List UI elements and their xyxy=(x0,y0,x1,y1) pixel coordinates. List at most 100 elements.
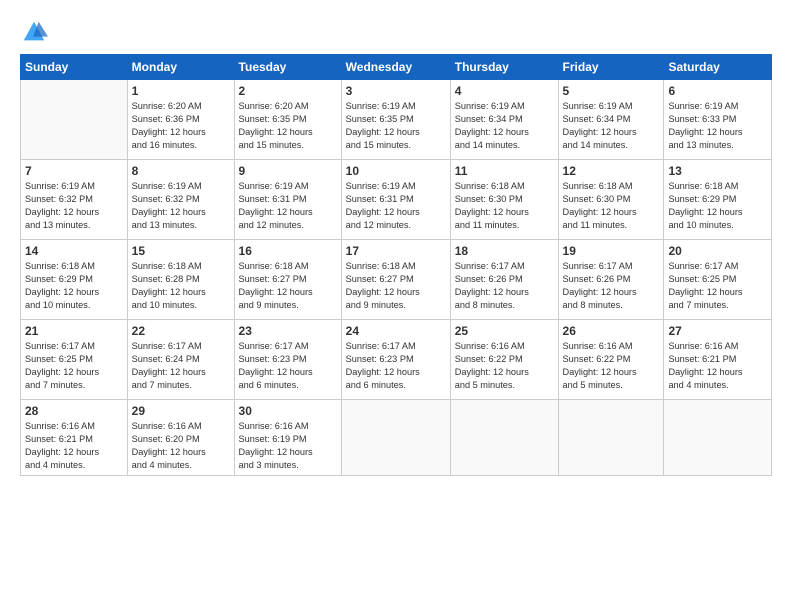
day-cell: 17Sunrise: 6:18 AM Sunset: 6:27 PM Dayli… xyxy=(341,240,450,320)
day-cell: 30 Sunrise: 6:16 AM Sunset: 6:19 PM Dayli… xyxy=(234,400,341,476)
day-info: Sunrise: 6:19 AM Sunset: 6:31 PM Dayligh… xyxy=(239,180,337,232)
day-cell: 11Sunrise: 6:18 AM Sunset: 6:30 PM Dayli… xyxy=(450,160,558,240)
day-number: 9 xyxy=(239,164,337,178)
day-info: Sunrise: 6:19 AM Sunset: 6:34 PM Dayligh… xyxy=(563,100,660,152)
day-info: Sunrise: 6:20 AM Sunset: 6:35 PM Dayligh… xyxy=(239,100,337,152)
day-cell: 10 Sunrise: 6:19 AM Sunset: 6:31 PM Dayli… xyxy=(341,160,450,240)
day-info: Sunrise: 6:17 AM Sunset: 6:25 PM Dayligh… xyxy=(668,260,767,312)
day-info: Sunrise: 6:18 AM Sunset: 6:30 PM Dayligh… xyxy=(563,180,660,232)
day-number: 20 xyxy=(668,244,767,258)
day-cell xyxy=(450,400,558,476)
week-row-2: 7 Sunrise: 6:19 AM Sunset: 6:32 PM Daylig… xyxy=(21,160,772,240)
day-number: 5 xyxy=(563,84,660,98)
day-number: 25 xyxy=(455,324,554,338)
col-header-tuesday: Tuesday xyxy=(234,55,341,80)
day-info: Sunrise: 6:17 AM Sunset: 6:23 PM Dayligh… xyxy=(346,340,446,392)
day-number: 29 xyxy=(132,404,230,418)
calendar-table: SundayMondayTuesdayWednesdayThursdayFrid… xyxy=(20,54,772,476)
day-number: 13 xyxy=(668,164,767,178)
day-cell: 1 Sunrise: 6:20 AM Sunset: 6:36 PM Daylig… xyxy=(127,80,234,160)
day-info: Sunrise: 6:17 AM Sunset: 6:24 PM Dayligh… xyxy=(132,340,230,392)
day-info: Sunrise: 6:18 AM Sunset: 6:29 PM Dayligh… xyxy=(25,260,123,312)
day-cell: 25 Sunrise: 6:16 AM Sunset: 6:22 PM Dayli… xyxy=(450,320,558,400)
day-cell: 5 Sunrise: 6:19 AM Sunset: 6:34 PM Daylig… xyxy=(558,80,664,160)
day-info: Sunrise: 6:19 AM Sunset: 6:34 PM Dayligh… xyxy=(455,100,554,152)
day-number: 3 xyxy=(346,84,446,98)
day-info: Sunrise: 6:18 AM Sunset: 6:29 PM Dayligh… xyxy=(668,180,767,232)
day-info: Sunrise: 6:18 AM Sunset: 6:28 PM Dayligh… xyxy=(132,260,230,312)
day-cell xyxy=(558,400,664,476)
col-header-wednesday: Wednesday xyxy=(341,55,450,80)
day-number: 12 xyxy=(563,164,660,178)
day-number: 1 xyxy=(132,84,230,98)
day-cell xyxy=(21,80,128,160)
day-number: 4 xyxy=(455,84,554,98)
day-cell: 22 Sunrise: 6:17 AM Sunset: 6:24 PM Dayli… xyxy=(127,320,234,400)
day-info: Sunrise: 6:16 AM Sunset: 6:22 PM Dayligh… xyxy=(563,340,660,392)
day-cell: 20 Sunrise: 6:17 AM Sunset: 6:25 PM Dayli… xyxy=(664,240,772,320)
day-info: Sunrise: 6:17 AM Sunset: 6:25 PM Dayligh… xyxy=(25,340,123,392)
day-info: Sunrise: 6:16 AM Sunset: 6:21 PM Dayligh… xyxy=(668,340,767,392)
col-header-monday: Monday xyxy=(127,55,234,80)
day-number: 28 xyxy=(25,404,123,418)
day-info: Sunrise: 6:19 AM Sunset: 6:32 PM Dayligh… xyxy=(25,180,123,232)
day-number: 7 xyxy=(25,164,123,178)
day-number: 11 xyxy=(455,164,554,178)
day-info: Sunrise: 6:17 AM Sunset: 6:26 PM Dayligh… xyxy=(455,260,554,312)
day-cell: 23 Sunrise: 6:17 AM Sunset: 6:23 PM Dayli… xyxy=(234,320,341,400)
day-number: 27 xyxy=(668,324,767,338)
col-header-saturday: Saturday xyxy=(664,55,772,80)
day-number: 14 xyxy=(25,244,123,258)
day-cell xyxy=(664,400,772,476)
day-cell xyxy=(341,400,450,476)
day-cell: 14 Sunrise: 6:18 AM Sunset: 6:29 PM Dayli… xyxy=(21,240,128,320)
day-info: Sunrise: 6:16 AM Sunset: 6:21 PM Dayligh… xyxy=(25,420,123,472)
day-number: 8 xyxy=(132,164,230,178)
day-cell: 3 Sunrise: 6:19 AM Sunset: 6:35 PM Daylig… xyxy=(341,80,450,160)
day-cell: 4 Sunrise: 6:19 AM Sunset: 6:34 PM Daylig… xyxy=(450,80,558,160)
day-number: 10 xyxy=(346,164,446,178)
logo-icon xyxy=(20,18,48,46)
page: SundayMondayTuesdayWednesdayThursdayFrid… xyxy=(0,0,792,612)
day-info: Sunrise: 6:19 AM Sunset: 6:32 PM Dayligh… xyxy=(132,180,230,232)
day-info: Sunrise: 6:19 AM Sunset: 6:31 PM Dayligh… xyxy=(346,180,446,232)
day-info: Sunrise: 6:17 AM Sunset: 6:26 PM Dayligh… xyxy=(563,260,660,312)
day-info: Sunrise: 6:18 AM Sunset: 6:27 PM Dayligh… xyxy=(346,260,446,312)
day-cell: 9 Sunrise: 6:19 AM Sunset: 6:31 PM Daylig… xyxy=(234,160,341,240)
header xyxy=(20,18,772,46)
day-info: Sunrise: 6:19 AM Sunset: 6:35 PM Dayligh… xyxy=(346,100,446,152)
day-cell: 8 Sunrise: 6:19 AM Sunset: 6:32 PM Daylig… xyxy=(127,160,234,240)
day-number: 6 xyxy=(668,84,767,98)
week-row-1: 1 Sunrise: 6:20 AM Sunset: 6:36 PM Daylig… xyxy=(21,80,772,160)
day-number: 26 xyxy=(563,324,660,338)
day-cell: 13 Sunrise: 6:18 AM Sunset: 6:29 PM Dayli… xyxy=(664,160,772,240)
day-info: Sunrise: 6:19 AM Sunset: 6:33 PM Dayligh… xyxy=(668,100,767,152)
day-number: 30 xyxy=(239,404,337,418)
day-number: 22 xyxy=(132,324,230,338)
week-row-4: 21 Sunrise: 6:17 AM Sunset: 6:25 PM Dayli… xyxy=(21,320,772,400)
day-info: Sunrise: 6:17 AM Sunset: 6:23 PM Dayligh… xyxy=(239,340,337,392)
day-cell: 27 Sunrise: 6:16 AM Sunset: 6:21 PM Dayli… xyxy=(664,320,772,400)
day-cell: 7 Sunrise: 6:19 AM Sunset: 6:32 PM Daylig… xyxy=(21,160,128,240)
day-number: 16 xyxy=(239,244,337,258)
day-cell: 18Sunrise: 6:17 AM Sunset: 6:26 PM Dayli… xyxy=(450,240,558,320)
day-cell: 2 Sunrise: 6:20 AM Sunset: 6:35 PM Daylig… xyxy=(234,80,341,160)
week-row-5: 28 Sunrise: 6:16 AM Sunset: 6:21 PM Dayli… xyxy=(21,400,772,476)
col-header-sunday: Sunday xyxy=(21,55,128,80)
day-info: Sunrise: 6:16 AM Sunset: 6:22 PM Dayligh… xyxy=(455,340,554,392)
col-header-thursday: Thursday xyxy=(450,55,558,80)
week-row-3: 14 Sunrise: 6:18 AM Sunset: 6:29 PM Dayli… xyxy=(21,240,772,320)
col-header-friday: Friday xyxy=(558,55,664,80)
day-info: Sunrise: 6:20 AM Sunset: 6:36 PM Dayligh… xyxy=(132,100,230,152)
day-cell: 12 Sunrise: 6:18 AM Sunset: 6:30 PM Dayli… xyxy=(558,160,664,240)
day-number: 19 xyxy=(563,244,660,258)
day-cell: 24Sunrise: 6:17 AM Sunset: 6:23 PM Dayli… xyxy=(341,320,450,400)
day-info: Sunrise: 6:16 AM Sunset: 6:19 PM Dayligh… xyxy=(239,420,337,472)
day-info: Sunrise: 6:16 AM Sunset: 6:20 PM Dayligh… xyxy=(132,420,230,472)
day-number: 2 xyxy=(239,84,337,98)
day-cell: 26 Sunrise: 6:16 AM Sunset: 6:22 PM Dayli… xyxy=(558,320,664,400)
day-cell: 29 Sunrise: 6:16 AM Sunset: 6:20 PM Dayli… xyxy=(127,400,234,476)
day-number: 21 xyxy=(25,324,123,338)
day-cell: 28 Sunrise: 6:16 AM Sunset: 6:21 PM Dayli… xyxy=(21,400,128,476)
day-number: 23 xyxy=(239,324,337,338)
